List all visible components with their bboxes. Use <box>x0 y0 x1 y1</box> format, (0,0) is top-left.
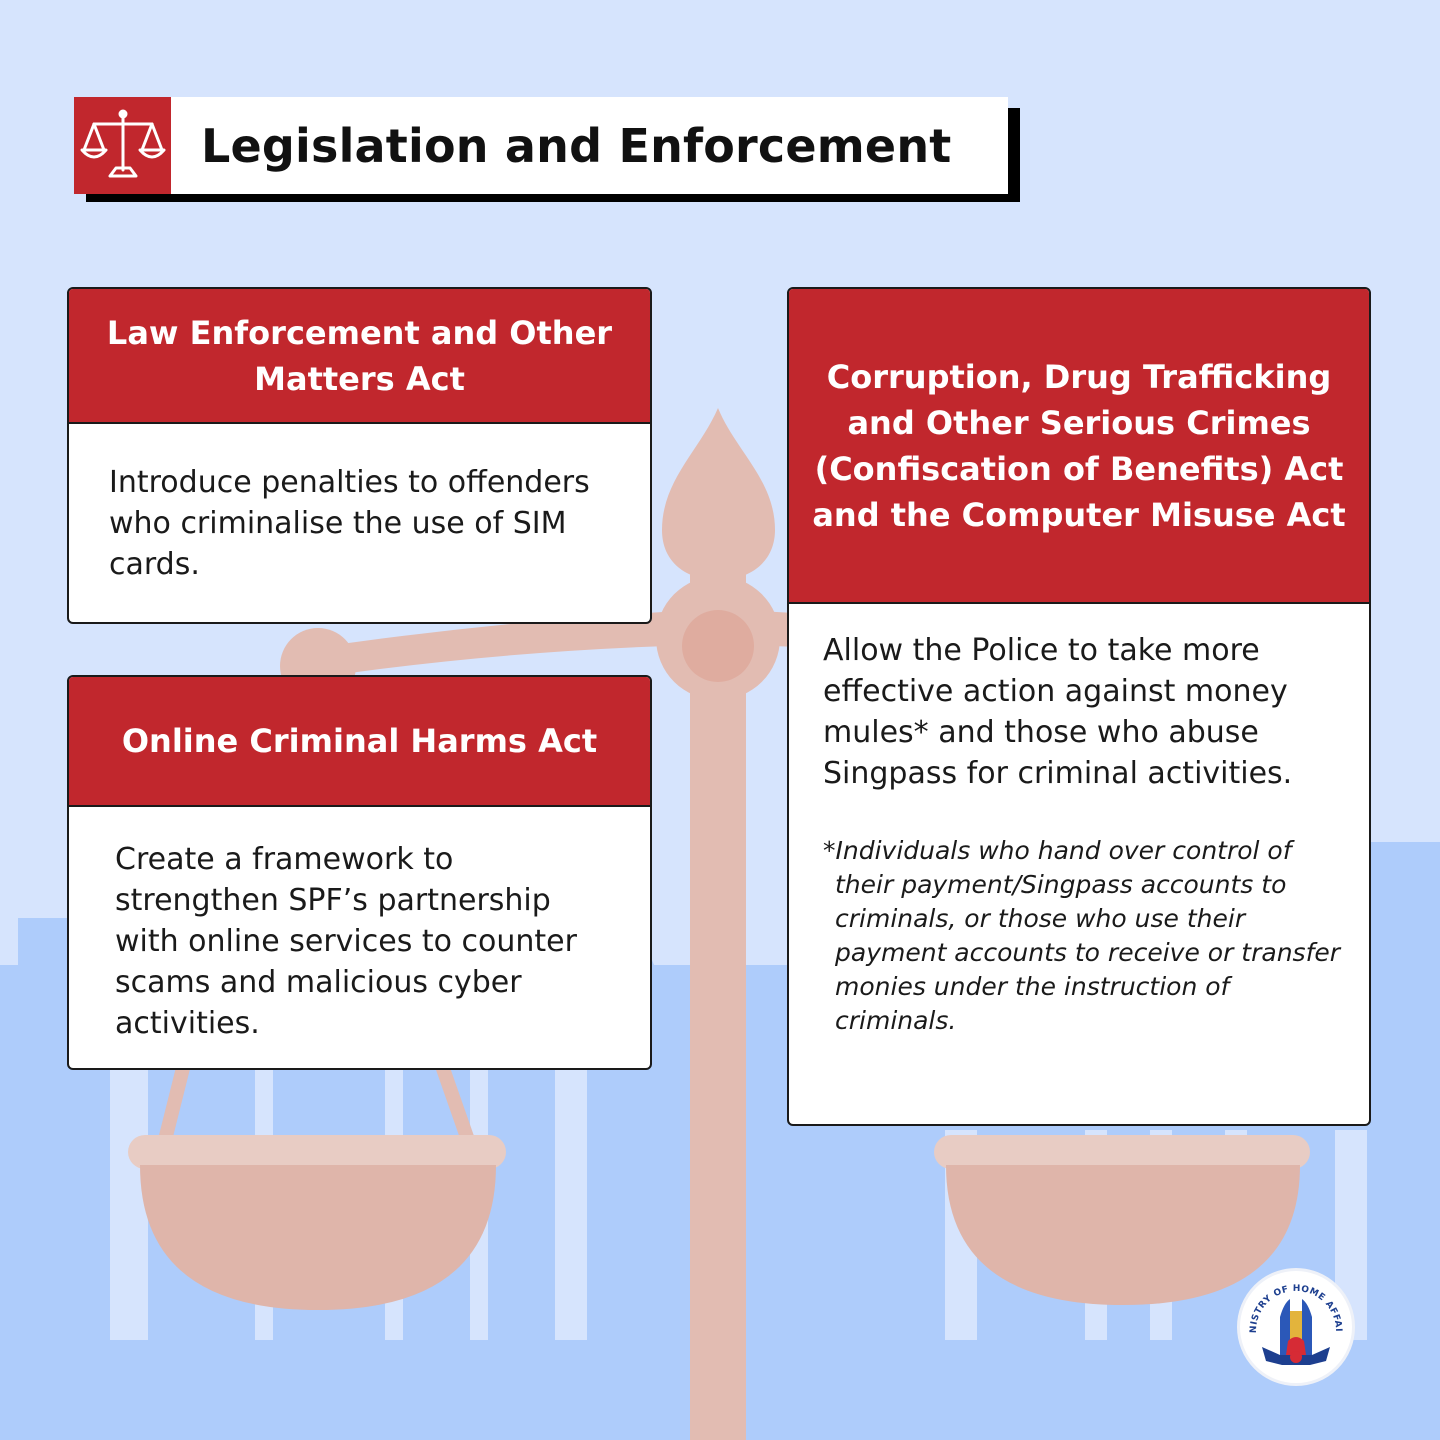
card-body: Allow the Police to take more effective … <box>789 604 1369 1038</box>
card-law-enforcement-act: Law Enforcement and Other Matters Act In… <box>67 287 652 624</box>
scales-icon <box>80 106 166 186</box>
card-cdsa-computer-misuse-act: Corruption, Drug Trafficking and Other S… <box>787 287 1371 1126</box>
ministry-seal-logo: MINISTRY OF HOME AFFAIRS <box>1235 1264 1355 1386</box>
header-icon-box <box>74 97 171 194</box>
card-title: Law Enforcement and Other Matters Act <box>69 289 650 424</box>
card-title: Online Criminal Harms Act <box>69 677 650 807</box>
card-online-criminal-harms-act: Online Criminal Harms Act Create a frame… <box>67 675 652 1070</box>
card-description: Create a framework to strengthen SPF’s p… <box>115 842 577 1041</box>
card-footnote: *Individuals who hand over control of th… <box>823 836 1341 1035</box>
page-header: Legislation and Enforcement <box>74 97 1008 194</box>
card-title: Corruption, Drug Trafficking and Other S… <box>789 289 1369 604</box>
card-description: Allow the Police to take more effective … <box>823 633 1293 791</box>
page-title: Legislation and Enforcement <box>201 118 952 173</box>
card-description: Introduce penalties to offenders who cri… <box>109 465 590 582</box>
